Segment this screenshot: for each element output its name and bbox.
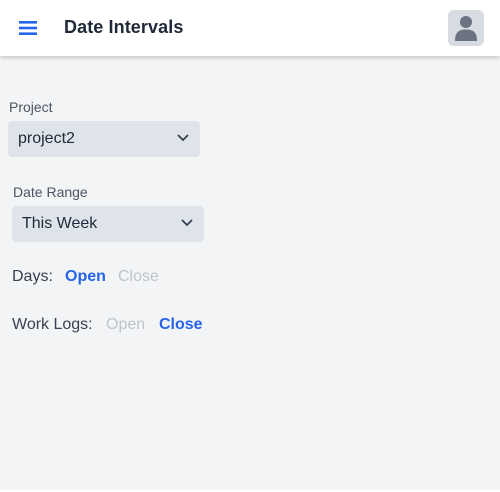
date-range-select-value: This Week <box>22 215 98 232</box>
top-app-bar: Date Intervals <box>0 0 500 56</box>
chevron-down-icon <box>181 219 193 227</box>
work-logs-open-button[interactable]: Open <box>106 316 145 334</box>
days-close-button[interactable]: Close <box>118 268 159 286</box>
hamburger-menu-icon <box>19 21 37 35</box>
days-label: Days: <box>12 268 53 285</box>
date-range-select[interactable]: This Week <box>12 206 204 242</box>
menu-button[interactable] <box>14 14 42 42</box>
chevron-down-icon <box>177 134 189 142</box>
user-avatar-button[interactable] <box>448 10 484 46</box>
project-select[interactable]: project2 <box>8 121 200 157</box>
work-logs-close-button[interactable]: Close <box>159 316 203 334</box>
user-avatar-icon <box>455 16 477 41</box>
page-title: Date Intervals <box>64 17 184 37</box>
project-label: Project <box>9 99 53 115</box>
project-select-value: project2 <box>18 130 75 147</box>
days-open-button[interactable]: Open <box>65 268 106 286</box>
date-range-label: Date Range <box>13 184 88 200</box>
work-logs-label: Work Logs: <box>12 316 93 333</box>
